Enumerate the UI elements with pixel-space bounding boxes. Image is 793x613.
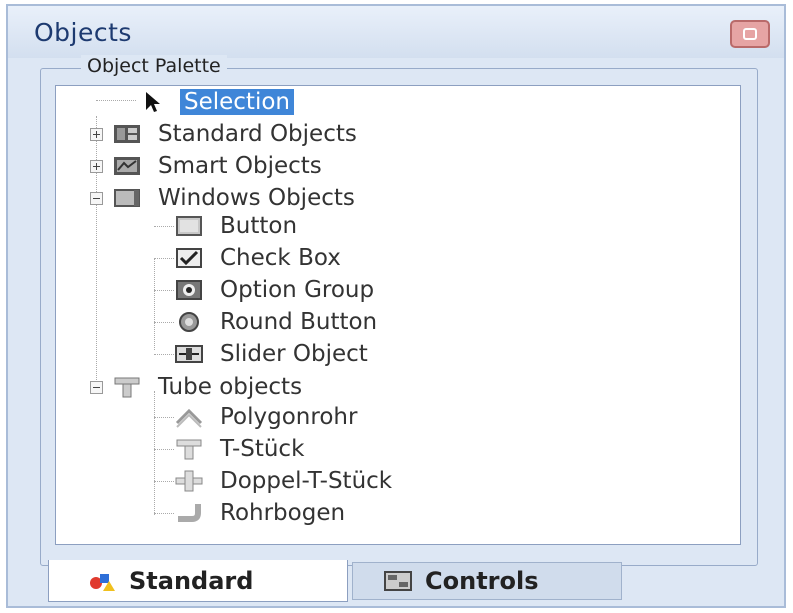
tab-label: Standard <box>129 566 254 595</box>
object-palette-group: Object Palette Selection Standard Object… <box>40 55 758 566</box>
tree-item-label: Slider Object <box>220 341 368 367</box>
standard-objects-icon <box>112 121 142 147</box>
pointer-arrow-icon <box>138 89 168 115</box>
tree-item-label: Button <box>220 213 298 239</box>
tree-item-label: Polygonrohr <box>220 404 358 430</box>
tree-item-rohrbogen[interactable]: Rohrbogen <box>174 497 349 529</box>
double-t-pipe-icon <box>174 468 204 494</box>
tree-item-tube-objects[interactable]: Tube objects <box>112 371 306 403</box>
tree-item-label: Smart Objects <box>158 153 322 179</box>
tree-item-label: Option Group <box>220 277 375 303</box>
close-button[interactable] <box>730 20 770 48</box>
round-button-icon <box>174 309 204 335</box>
button-icon <box>174 213 204 239</box>
expand-standard-objects[interactable] <box>90 128 103 141</box>
smart-objects-icon <box>112 153 142 179</box>
tree-line <box>154 417 174 418</box>
tree-item-check-box[interactable]: Check Box <box>174 242 345 274</box>
controls-icon <box>383 568 413 594</box>
t-pipe-icon <box>174 436 204 462</box>
shapes-icon <box>87 568 117 594</box>
tree-line <box>154 513 174 514</box>
tab-label: Controls <box>425 567 539 595</box>
expand-smart-objects[interactable] <box>90 160 103 173</box>
panel-titlebar[interactable]: Objects <box>8 6 784 58</box>
tree-item-standard-objects[interactable]: Standard Objects <box>112 118 361 150</box>
tree-line <box>154 226 174 227</box>
tree-line <box>96 100 136 101</box>
tree-item-label: Round Button <box>220 309 378 335</box>
tree-item-button[interactable]: Button <box>174 210 301 242</box>
tree-item-selection[interactable]: Selection <box>138 86 294 118</box>
tree-item-label: Tube objects <box>158 374 303 400</box>
tube-objects-icon <box>112 374 142 400</box>
tree-item-label: Selection <box>180 89 294 115</box>
objects-panel: Objects Object Palette Selection Standar… <box>6 4 786 608</box>
slider-icon <box>174 341 204 367</box>
collapse-windows-objects[interactable] <box>90 192 103 205</box>
tree-item-slider-object[interactable]: Slider Object <box>174 338 372 370</box>
tree-line <box>96 116 97 386</box>
tree-line <box>154 391 155 515</box>
checkbox-icon <box>174 245 204 271</box>
panel-title: Objects <box>34 18 132 47</box>
tree-item-label: T-Stück <box>220 436 305 462</box>
pipe-bend-icon <box>174 500 204 526</box>
tree-item-t-stueck[interactable]: T-Stück <box>174 433 308 465</box>
tree-item-smart-objects[interactable]: Smart Objects <box>112 150 326 182</box>
tree-item-label: Check Box <box>220 245 341 271</box>
windows-objects-icon <box>112 185 142 211</box>
tree-line <box>154 290 174 291</box>
tree-line <box>154 449 174 450</box>
tree-item-label: Rohrbogen <box>220 500 346 526</box>
tree-item-label: Doppel-T-Stück <box>220 468 393 494</box>
tree-line <box>154 354 174 355</box>
tree-item-label: Standard Objects <box>158 121 357 147</box>
object-tree[interactable]: Selection Standard Objects Smart Objects <box>55 85 741 545</box>
tree-line <box>154 258 174 259</box>
polygon-pipe-icon <box>174 404 204 430</box>
tab-controls[interactable]: Controls <box>352 562 622 600</box>
tab-standard[interactable]: Standard <box>48 560 348 602</box>
palette-tabs: Standard Controls <box>48 560 748 604</box>
tree-line <box>154 322 174 323</box>
tree-item-option-group[interactable]: Option Group <box>174 274 378 306</box>
tree-line <box>154 481 174 482</box>
tree-item-label: Windows Objects <box>158 185 355 211</box>
object-palette-label: Object Palette <box>81 55 227 77</box>
tree-line <box>154 258 155 350</box>
tree-item-round-button[interactable]: Round Button <box>174 306 381 338</box>
collapse-tube-objects[interactable] <box>90 381 103 394</box>
tree-item-polygonrohr[interactable]: Polygonrohr <box>174 401 361 433</box>
option-group-icon <box>174 277 204 303</box>
tree-item-doppel-t-stueck[interactable]: Doppel-T-Stück <box>174 465 396 497</box>
